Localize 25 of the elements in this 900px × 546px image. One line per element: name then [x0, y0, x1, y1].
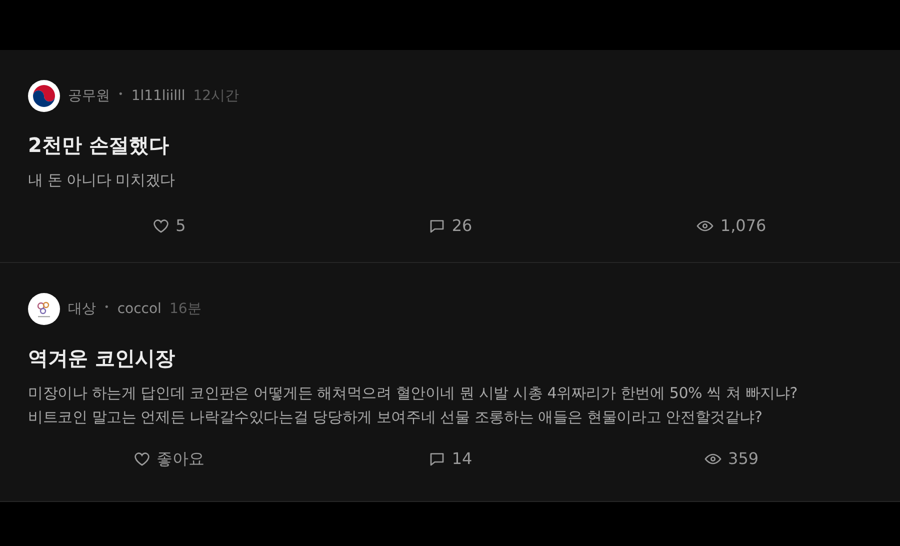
heart-icon	[152, 217, 170, 235]
user-handle: 1l11liilll	[131, 86, 186, 106]
like-count: 좋아요	[156, 448, 205, 470]
separator-dot: •	[118, 89, 124, 102]
heart-icon	[132, 450, 151, 468]
post-title: 2천만 손절했다	[28, 132, 170, 159]
view-count: 359	[728, 448, 759, 470]
author-name: 대상	[68, 300, 96, 318]
author-name: 공무원	[68, 86, 110, 106]
comment-count: 26	[452, 215, 472, 237]
post-text: 미장이나 하는게 답인데 코인판은 어떻게든 해쳐먹으려 혈안이네 뭔 시발 시총 4위짜리가 한번에 50% 씩 쳐 빠지냐?	[28, 383, 799, 404]
comment-icon	[428, 450, 446, 468]
comment-count: 14	[452, 448, 472, 470]
avatar-icon[interactable]	[28, 293, 60, 325]
post-time: 16분	[169, 300, 202, 318]
comment-icon	[428, 217, 446, 235]
post-title: 역겨운 코인시장	[28, 345, 176, 372]
avatar-icon[interactable]	[28, 80, 60, 112]
view-count: 1,076	[720, 215, 766, 237]
separator-dot: •	[104, 302, 110, 316]
post-time: 12시간	[193, 86, 240, 106]
post-text: 내 돈 아니다 미치겠다	[28, 170, 176, 191]
user-handle: coccol	[117, 300, 162, 318]
like-count: 5	[176, 215, 186, 237]
post-text: 비트코인 말고는 언제든 나락갈수있다는걸 당당하게 보여주네 선물 조롱하는 애들은 현물이라고 안전할것같냐?	[28, 407, 764, 428]
